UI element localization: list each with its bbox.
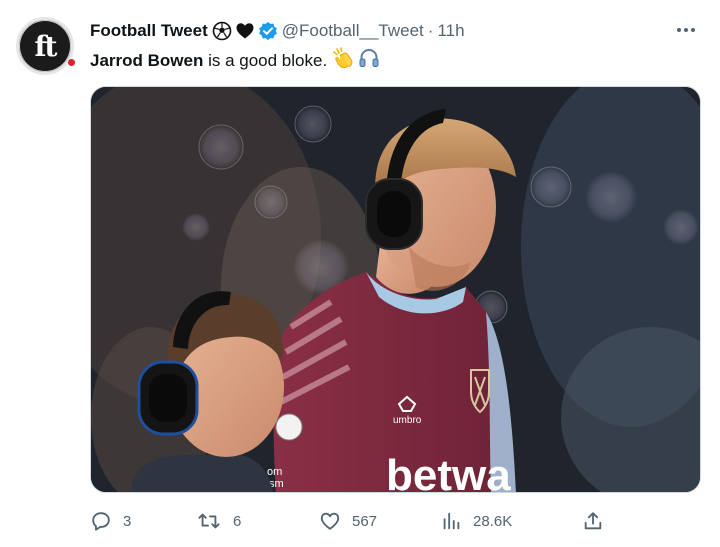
like-count: 567	[352, 512, 378, 530]
sleeve-text-1: om	[267, 466, 282, 478]
tweet-actions: 3 6 567 28.6K	[90, 508, 610, 534]
tweet-time[interactable]: 11h	[437, 21, 464, 41]
tweet-text-rest: is a good bloke.	[203, 50, 328, 70]
author-name[interactable]: Football Tweet	[90, 21, 208, 41]
avatar-red-dot	[68, 59, 75, 66]
clapping-hands-icon	[332, 47, 356, 74]
tweet-photo[interactable]: umbro betwa om cism	[90, 86, 701, 493]
heart-icon	[235, 21, 255, 41]
sleeve-badge	[275, 413, 303, 441]
avatar[interactable]: ft	[16, 17, 75, 75]
views-icon	[443, 512, 460, 530]
reply-count: 3	[123, 512, 132, 530]
tweet-text-bold: Jarrod Bowen	[90, 50, 204, 70]
author-handle[interactable]: @Football__Tweet	[282, 21, 424, 41]
like-icon	[320, 512, 340, 530]
retweet-count: 6	[233, 512, 242, 530]
tweet-text: Jarrod Bowen is a good bloke.	[90, 47, 380, 74]
tweet-header: Football Tweet @Football__Tweet · 11h	[90, 19, 465, 43]
reply-icon	[92, 512, 110, 531]
views-button[interactable]: 28.6K	[440, 508, 512, 534]
more-options-icon[interactable]	[674, 20, 698, 40]
verified-badge-icon	[258, 21, 278, 41]
reply-button[interactable]: 3	[90, 508, 131, 534]
retweet-button[interactable]: 6	[196, 508, 241, 534]
soccer-ball-icon	[212, 21, 232, 41]
like-button[interactable]: 567	[319, 508, 377, 534]
shirt-brand-text: umbro	[393, 415, 422, 426]
header-separator: ·	[427, 21, 434, 40]
share-button[interactable]	[582, 508, 615, 534]
tweet-card[interactable]: ft Football Tweet @Football__Tweet · 11h	[0, 0, 720, 547]
retweet-icon	[198, 513, 220, 529]
avatar-logo: ft	[34, 29, 58, 63]
share-icon	[584, 512, 602, 530]
shirt-sponsor-text: betwa	[386, 451, 511, 493]
headphones-icon	[358, 47, 380, 74]
views-count: 28.6K	[473, 512, 513, 530]
